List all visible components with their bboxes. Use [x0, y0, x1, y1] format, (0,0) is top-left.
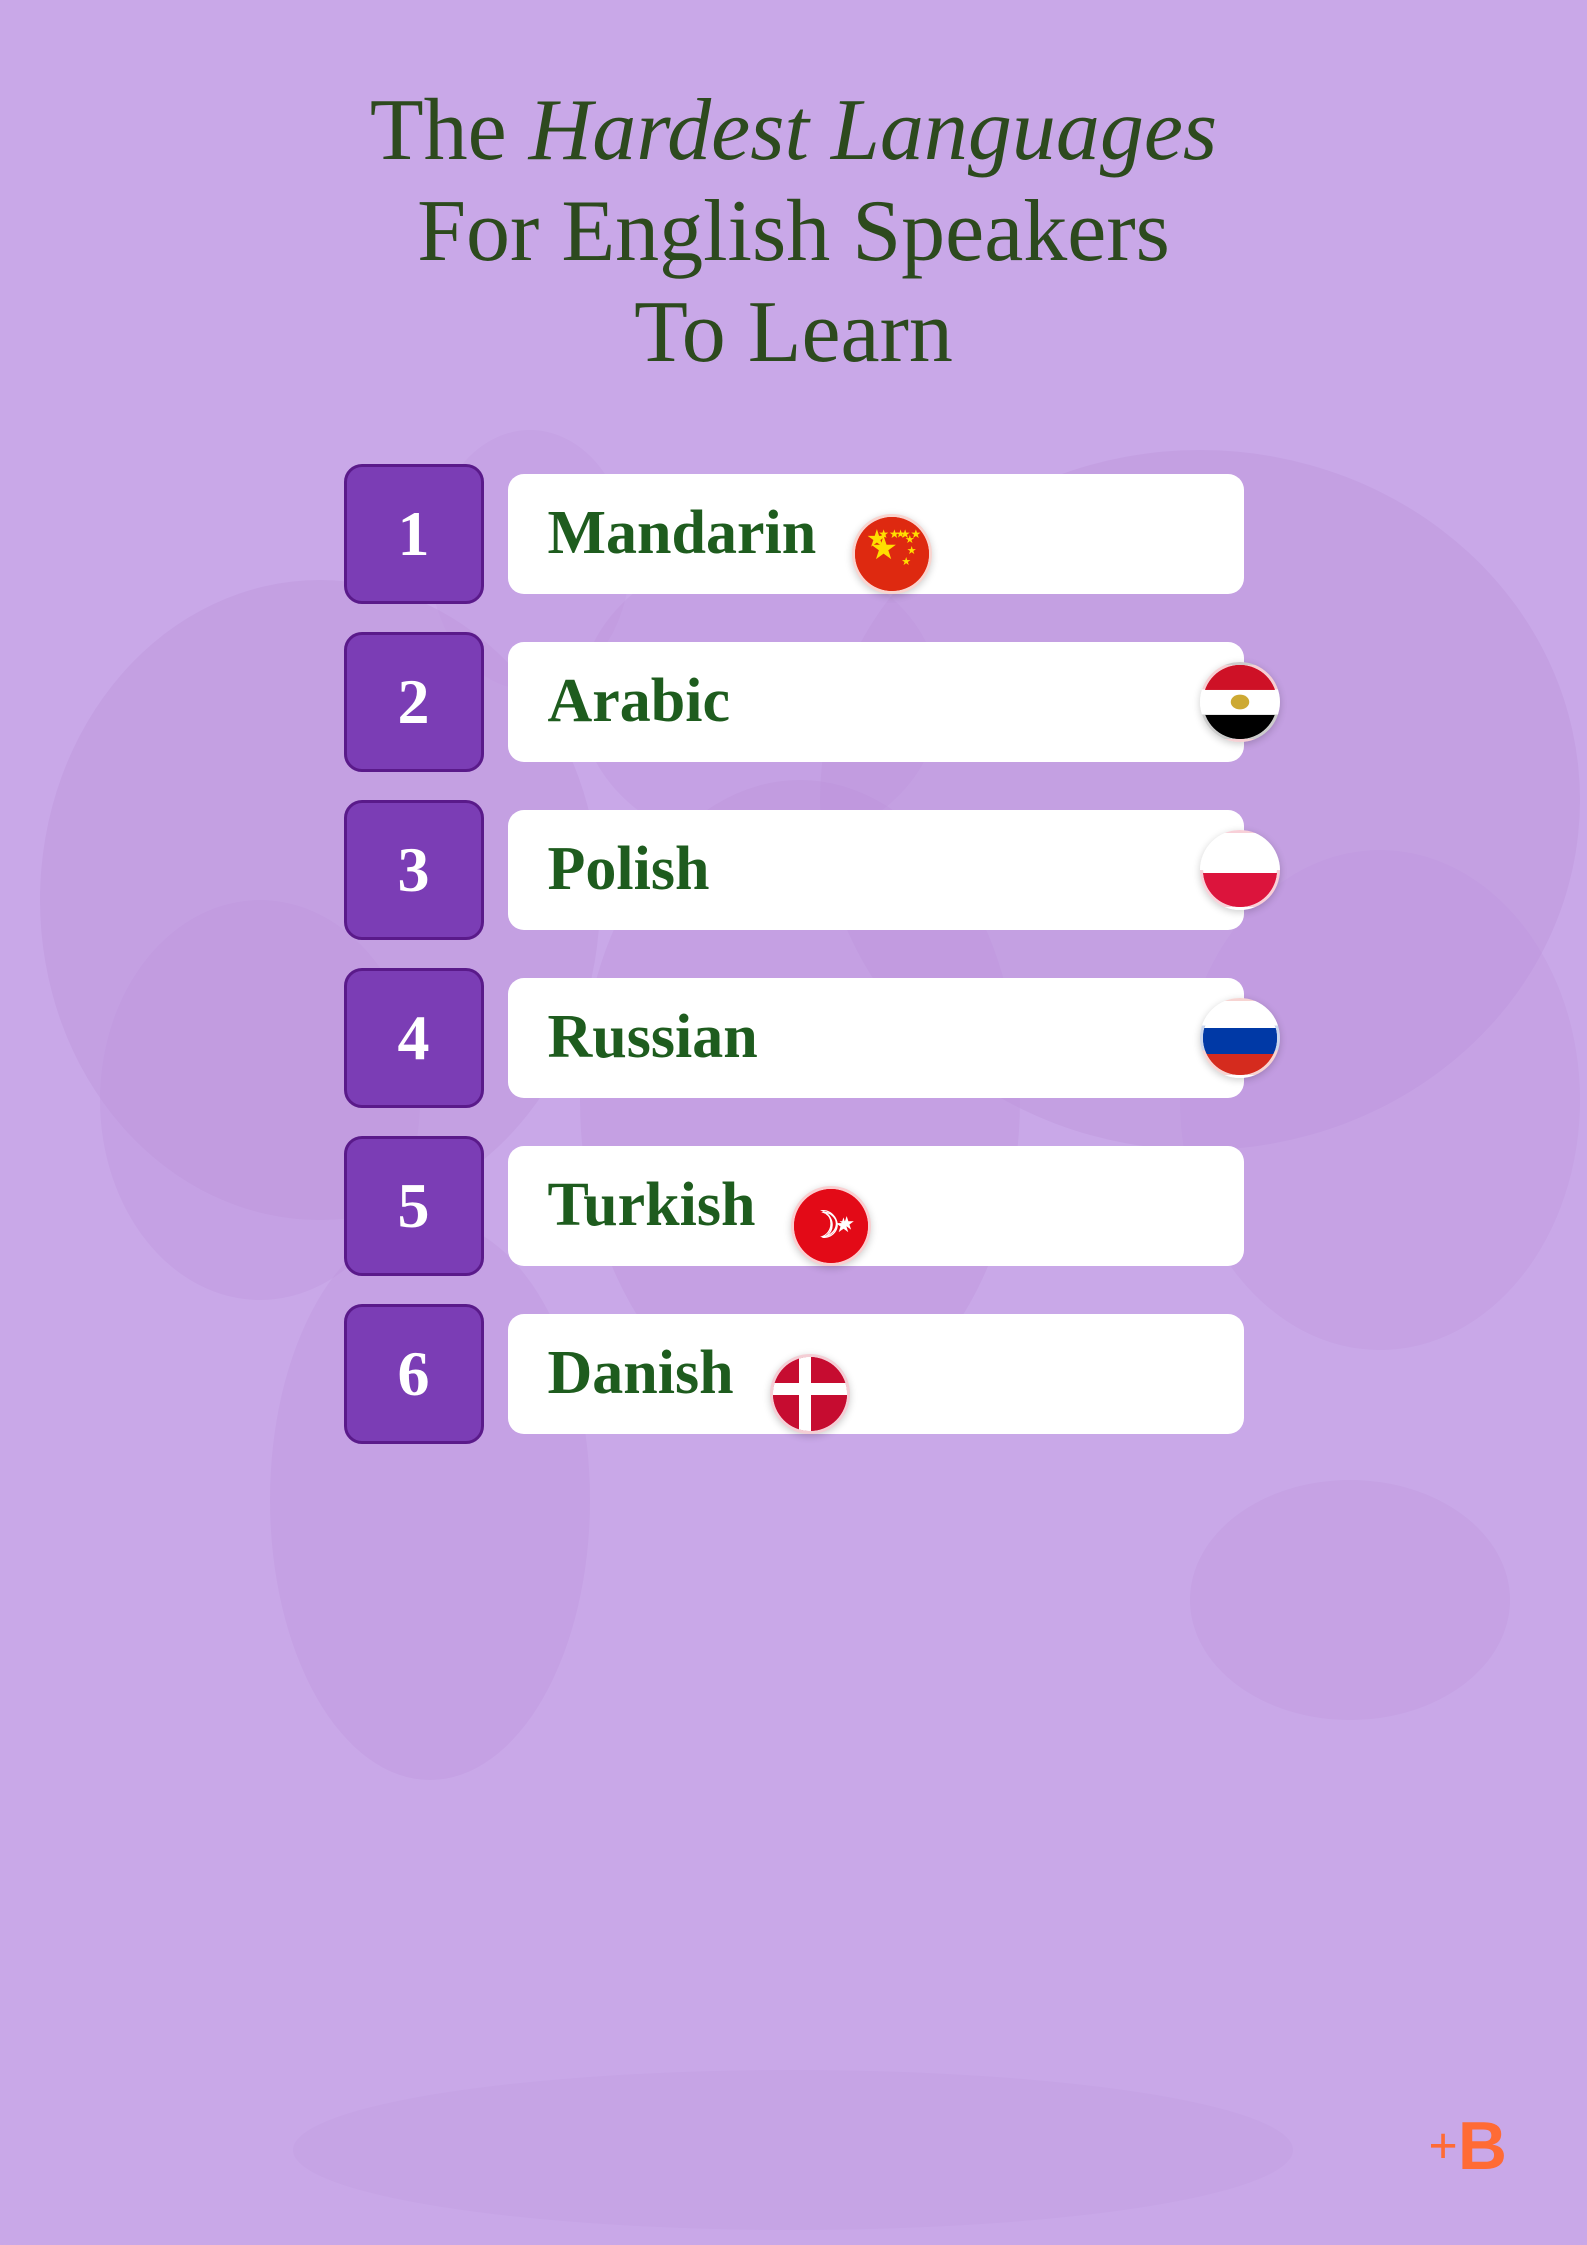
rank-box-5: 5: [344, 1136, 484, 1276]
rank-box-3: 3: [344, 800, 484, 940]
svg-text:★: ★: [896, 528, 906, 540]
title-section: The Hardest Languages For English Speake…: [370, 80, 1217, 384]
flag-denmark: [770, 1354, 850, 1434]
language-box-2: Arabic: [508, 642, 1244, 762]
list-item: 4 Russian: [344, 968, 1244, 1108]
language-name-3: Polish: [548, 834, 710, 905]
svg-text:★: ★: [866, 526, 888, 552]
flag-china: ★ ★ ★ ★ ★: [852, 514, 932, 594]
list-item: 1 Mandarin ★ ★ ★ ★ ★: [344, 464, 1244, 604]
language-box-6: Danish: [508, 1314, 1244, 1434]
brand-letter: B: [1458, 2107, 1507, 2185]
language-name-1: Mandarin: [548, 498, 817, 569]
svg-text:☽: ☽: [807, 1205, 840, 1246]
flag-turkey: ☽ ★: [791, 1186, 871, 1266]
content-wrapper: The Hardest Languages For English Speake…: [0, 0, 1587, 1444]
flag-poland: [1200, 830, 1280, 910]
rank-number-2: 2: [398, 665, 430, 739]
title-line3: To Learn: [370, 282, 1217, 383]
language-box-4: Russian: [508, 978, 1244, 1098]
title-line1: The Hardest Languages: [370, 80, 1217, 181]
language-name-4: Russian: [548, 1002, 758, 1073]
flag-russia: [1200, 998, 1280, 1078]
language-list: 1 Mandarin ★ ★ ★ ★ ★ 2: [344, 464, 1244, 1444]
language-box-1: Mandarin ★ ★ ★ ★ ★: [508, 474, 1244, 594]
flag-egypt: [1200, 662, 1280, 742]
language-name-6: Danish: [548, 1338, 734, 1409]
rank-box-1: 1: [344, 464, 484, 604]
svg-text:★: ★: [839, 1214, 856, 1234]
brand-plus: +: [1428, 2117, 1458, 2176]
list-item: 3 Polish: [344, 800, 1244, 940]
brand-logo: + B: [1428, 2107, 1507, 2185]
title-prefix: The: [370, 82, 529, 179]
list-item: 6 Danish: [344, 1304, 1244, 1444]
language-box-5: Turkish ☽ ★: [508, 1146, 1244, 1266]
rank-number-6: 6: [398, 1337, 430, 1411]
language-box-3: Polish: [508, 810, 1244, 930]
rank-number-3: 3: [398, 833, 430, 907]
language-name-2: Arabic: [548, 666, 731, 737]
rank-number-5: 5: [398, 1169, 430, 1243]
title-line2: For English Speakers: [370, 181, 1217, 282]
rank-box-2: 2: [344, 632, 484, 772]
svg-text:★: ★: [901, 556, 911, 568]
list-item: 2 Arabic: [344, 632, 1244, 772]
rank-number-4: 4: [398, 1001, 430, 1075]
title-italic: Hardest Languages: [529, 82, 1218, 179]
list-item: 5 Turkish ☽ ★: [344, 1136, 1244, 1276]
language-name-5: Turkish: [548, 1170, 756, 1241]
rank-number-1: 1: [398, 497, 430, 571]
rank-box-6: 6: [344, 1304, 484, 1444]
rank-box-4: 4: [344, 968, 484, 1108]
